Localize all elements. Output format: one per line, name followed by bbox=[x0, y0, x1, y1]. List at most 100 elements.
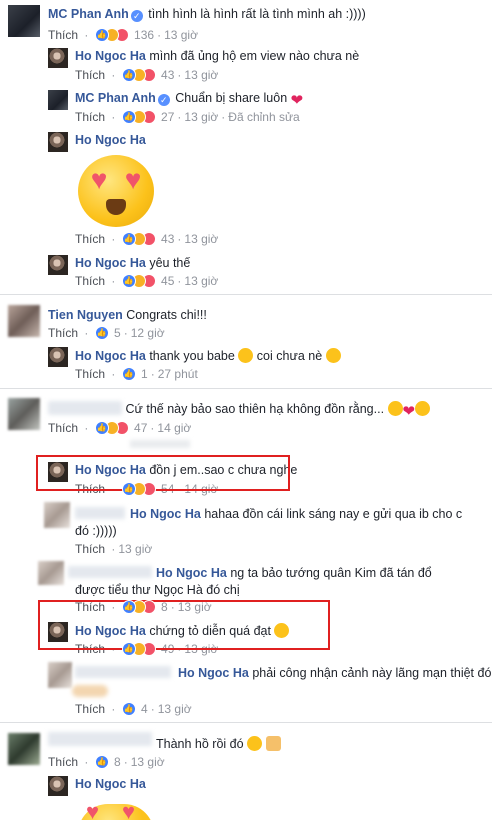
comment-3: Cứ thế này bảo sao thiên hạ không đồn rằ… bbox=[48, 401, 431, 419]
like-reaction-icon: 👍 bbox=[121, 702, 136, 716]
comment-text: Cứ thế này bảo sao thiên hạ không đồn rằ… bbox=[125, 402, 385, 416]
timestamp[interactable]: 13 giờ bbox=[164, 28, 198, 42]
reactions[interactable]: 👍 bbox=[94, 755, 111, 769]
reactions[interactable]: 👍 bbox=[121, 367, 138, 381]
commenter-name[interactable]: Ho Ngoc Ha bbox=[156, 566, 227, 580]
reactions[interactable]: 👍 bbox=[121, 702, 138, 716]
like-link[interactable]: Thích bbox=[48, 755, 78, 769]
avatar[interactable] bbox=[48, 132, 68, 152]
commenter-name[interactable]: MC Phan Anh bbox=[75, 91, 156, 105]
like-link[interactable]: Thích bbox=[75, 542, 105, 556]
timestamp[interactable]: 13 giờ bbox=[184, 110, 218, 124]
reply-1-meta: Thích · 👍 43 · 13 giờ bbox=[75, 68, 219, 82]
like-link[interactable]: Thích bbox=[75, 68, 105, 82]
timestamp[interactable]: 13 giờ bbox=[158, 702, 192, 716]
like-reaction-icon: 👍 bbox=[121, 642, 136, 656]
timestamp[interactable]: 27 phút bbox=[158, 367, 198, 381]
commenter-name[interactable]: Ho Ngoc Ha bbox=[75, 256, 146, 270]
timestamp[interactable]: 13 giờ bbox=[184, 68, 218, 82]
commenter-name[interactable]: Ho Ngoc Ha bbox=[75, 777, 146, 791]
like-link[interactable]: Thích bbox=[75, 702, 105, 716]
reactions[interactable]: 👍 bbox=[94, 326, 111, 340]
reply-7: Ho Ngoc Ha hahaa đồn cái link sáng nay e… bbox=[130, 507, 462, 521]
blurred-name bbox=[68, 566, 152, 578]
reaction-count: 27 bbox=[161, 110, 175, 124]
blurred-name bbox=[75, 666, 171, 678]
commenter-name[interactable]: MC Phan Anh bbox=[48, 7, 129, 21]
comment-text: coi chưa nè bbox=[256, 349, 323, 363]
avatar[interactable] bbox=[8, 398, 40, 430]
reply-4: Ho Ngoc Ha yêu thế bbox=[75, 256, 190, 270]
comment-3-meta: Thích · 👍 47 · 14 giờ bbox=[48, 421, 192, 435]
like-link[interactable]: Thích bbox=[48, 28, 78, 42]
reply-10: Ho Ngoc Ha phải công nhận cảnh này lãng … bbox=[178, 666, 492, 680]
blurred-area bbox=[130, 440, 190, 448]
reactions[interactable]: 👍 bbox=[94, 28, 131, 42]
reactions[interactable]: 👍 bbox=[121, 642, 158, 656]
commenter-name[interactable]: Ho Ngoc Ha bbox=[130, 507, 201, 521]
comment-1: MC Phan Anh ✓ tình hình là hình rất là tì… bbox=[48, 7, 366, 22]
commenter-name[interactable]: Ho Ngoc Ha bbox=[75, 49, 146, 63]
heart-eyes-sticker-icon: ♥ ♥ bbox=[78, 155, 154, 227]
like-link[interactable]: Thích bbox=[75, 110, 105, 124]
commenter-name[interactable]: Ho Ngoc Ha bbox=[75, 349, 146, 363]
thumbs-up-icon bbox=[265, 736, 281, 751]
commenter-name[interactable]: Tien Nguyen bbox=[48, 308, 123, 322]
comment-text: Thành hồ rồi đó bbox=[156, 737, 244, 751]
like-link[interactable]: Thích bbox=[75, 367, 105, 381]
reaction-count: 8 bbox=[114, 755, 121, 769]
blurred-name bbox=[48, 732, 152, 746]
avatar[interactable] bbox=[48, 90, 68, 110]
reaction-count: 43 bbox=[161, 68, 175, 82]
blurred-name bbox=[75, 507, 125, 519]
thinking-emoji-icon bbox=[387, 401, 403, 416]
timestamp[interactable]: 13 giờ bbox=[184, 274, 218, 288]
comment-text: tình hình là hình rất là tình mình ah :)… bbox=[148, 7, 366, 21]
avatar[interactable] bbox=[48, 255, 68, 275]
edited-label[interactable]: Đã chỉnh sửa bbox=[228, 110, 299, 124]
wink-tongue-emoji-icon bbox=[247, 736, 263, 751]
reaction-count: 43 bbox=[161, 232, 175, 246]
avatar[interactable] bbox=[38, 561, 64, 585]
divider bbox=[0, 722, 492, 723]
like-reaction-icon: 👍 bbox=[94, 421, 109, 435]
avatar[interactable] bbox=[48, 776, 68, 796]
avatar[interactable] bbox=[8, 5, 40, 37]
reactions[interactable]: 👍 bbox=[121, 600, 158, 614]
avatar[interactable] bbox=[44, 502, 70, 528]
timestamp[interactable]: 13 giờ bbox=[118, 542, 152, 556]
like-link[interactable]: Thích bbox=[75, 232, 105, 246]
timestamp[interactable]: 13 giờ bbox=[131, 755, 165, 769]
reactions[interactable]: 👍 bbox=[94, 421, 131, 435]
avatar[interactable] bbox=[8, 305, 40, 337]
avatar[interactable] bbox=[48, 48, 68, 68]
reply-7-line2: đó :))))) bbox=[75, 524, 117, 538]
reply-10-meta: Thích · 👍 4 · 13 giờ bbox=[75, 702, 192, 716]
reaction-count: 45 bbox=[161, 274, 175, 288]
like-reaction-icon: 👍 bbox=[121, 600, 136, 614]
reactions[interactable]: 👍 bbox=[121, 232, 158, 246]
avatar[interactable] bbox=[8, 733, 40, 765]
comment-text: ng ta bảo tướng quân Kim đã tán đổ bbox=[230, 566, 432, 580]
commenter-name[interactable]: Ho Ngoc Ha bbox=[178, 666, 249, 680]
reactions[interactable]: 👍 bbox=[121, 68, 158, 82]
reaction-count: 47 bbox=[134, 421, 148, 435]
reactions[interactable]: 👍 bbox=[121, 482, 158, 496]
avatar[interactable] bbox=[48, 347, 68, 367]
comment-text: Congrats chi!!! bbox=[126, 308, 207, 322]
like-link[interactable]: Thích bbox=[48, 421, 78, 435]
like-link[interactable]: Thích bbox=[48, 326, 78, 340]
commenter-name[interactable]: Ho Ngoc Ha bbox=[75, 133, 146, 147]
reply-2-meta: Thích · 👍 27 · 13 giờ · Đã chỉnh sửa bbox=[75, 110, 300, 124]
heart-eyes-sticker-icon: ♥ ♥ bbox=[78, 801, 154, 820]
avatar[interactable] bbox=[48, 662, 72, 688]
reactions[interactable]: 👍 bbox=[121, 110, 158, 124]
like-link[interactable]: Thích bbox=[75, 274, 105, 288]
timestamp[interactable]: 14 giờ bbox=[157, 421, 191, 435]
like-reaction-icon: 👍 bbox=[121, 232, 136, 246]
reactions[interactable]: 👍 bbox=[121, 274, 158, 288]
timestamp[interactable]: 12 giờ bbox=[131, 326, 165, 340]
timestamp[interactable]: 13 giờ bbox=[184, 232, 218, 246]
reply-8-line2: được tiểu thư Ngọc Hà đó chị bbox=[75, 583, 240, 597]
highlight-box bbox=[36, 455, 290, 491]
